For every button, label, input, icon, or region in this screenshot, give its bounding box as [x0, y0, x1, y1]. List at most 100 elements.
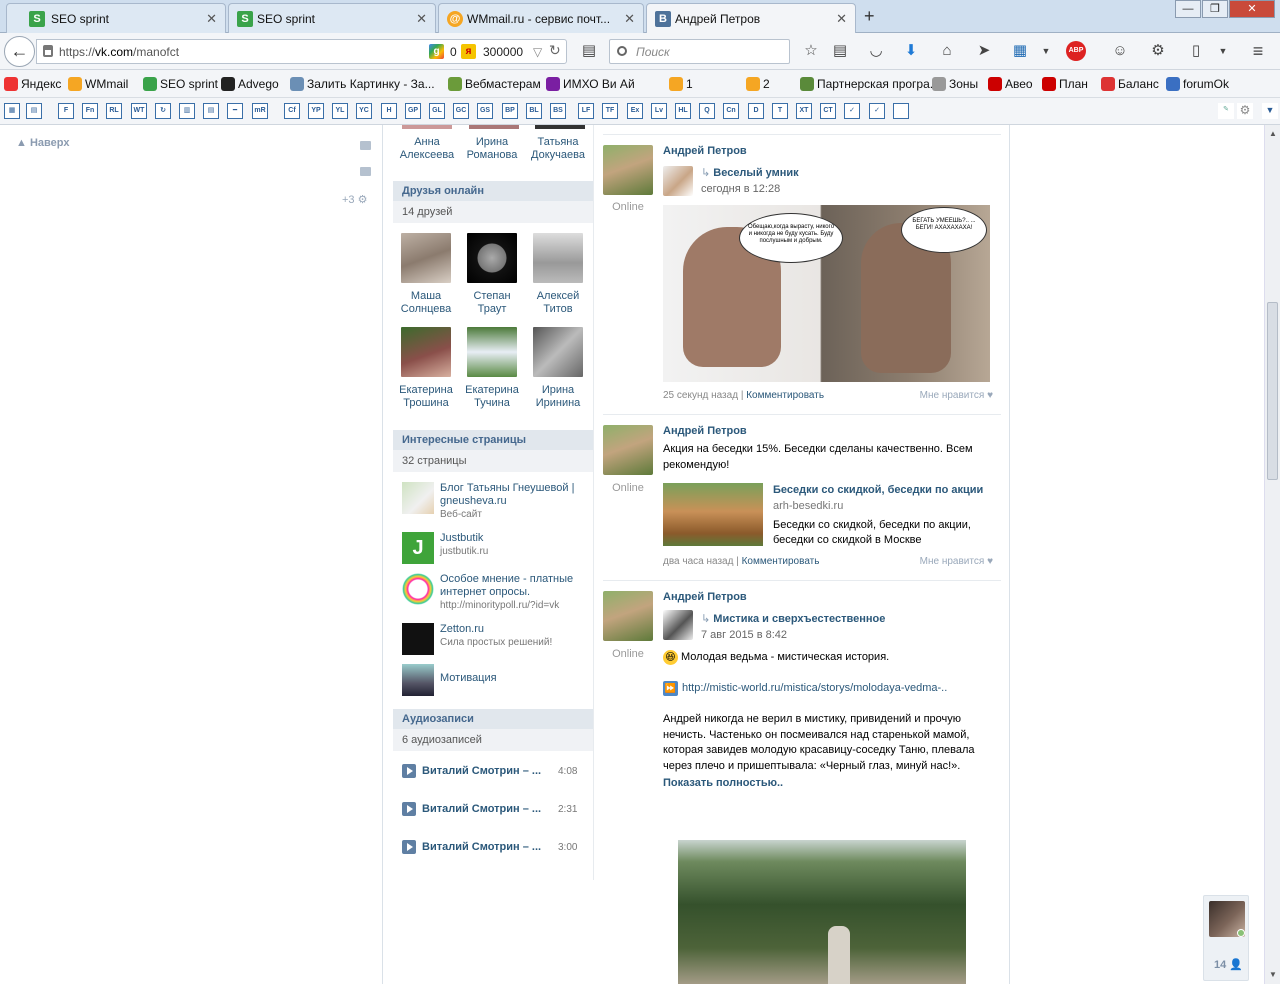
post-time[interactable]: два часа назад	[663, 556, 733, 567]
addon-button[interactable]: ✓	[844, 103, 860, 119]
audio-item[interactable]: Виталий Смотрин – ... 4:08	[402, 764, 592, 780]
avatar[interactable]	[603, 591, 653, 641]
bookmark-forum[interactable]: forumOk	[1166, 77, 1229, 91]
link-preview-title[interactable]: Беседки со скидкой, беседки по акции	[773, 484, 983, 496]
bookmark-imho[interactable]: ИМХО Ви Ай	[546, 77, 635, 91]
addon-button[interactable]: XT	[796, 103, 812, 119]
addon-button[interactable]: GL	[429, 103, 445, 119]
interesting-pages-count[interactable]: 32 страницы	[393, 450, 593, 472]
address-bar[interactable]: https://vk.com/manofct g 0 я 300000 ▽ ↻	[36, 39, 567, 64]
bookmark-star-icon[interactable]: ☆	[801, 41, 821, 61]
member-photo[interactable]	[535, 125, 585, 129]
friend-item[interactable]: Алексей Титов	[525, 233, 591, 316]
comment-link[interactable]: Комментировать	[742, 556, 820, 567]
menu-icon[interactable]: ≡	[1248, 41, 1268, 61]
addon-button[interactable]: BP	[502, 103, 518, 119]
dropdown-icon[interactable]: ▼	[1213, 41, 1233, 61]
vertical-scrollbar[interactable]: ▲ ▼	[1264, 125, 1280, 984]
post-image[interactable]	[678, 840, 966, 984]
side-counter[interactable]: +3 ⚙	[342, 193, 367, 206]
post-time[interactable]: 25 секунд назад	[663, 390, 738, 401]
clipboard-icon[interactable]: ▯	[1186, 41, 1206, 61]
member-name[interactable]: Татьяна Докучаева	[526, 136, 590, 162]
bookmark-counter[interactable]: 1	[669, 77, 693, 91]
audio-header[interactable]: Аудиозаписи	[393, 709, 593, 729]
tab-seo-sprint-2[interactable]: S SEO sprint ✕	[228, 3, 436, 33]
tab-vk-profile[interactable]: В Андрей Петров ✕	[646, 3, 856, 33]
addon-grid-icon[interactable]: ▦	[4, 103, 20, 119]
emoji-icon[interactable]: ☺	[1110, 41, 1130, 61]
back-icon[interactable]: ←	[4, 36, 35, 67]
show-more-link[interactable]: Показать полностью..	[663, 777, 783, 789]
bookmark-advego[interactable]: Advego	[221, 77, 279, 91]
tab-wmmail[interactable]: @ WMmail.ru - сервис почт... ✕	[438, 3, 644, 33]
comment-link[interactable]: Комментировать	[746, 390, 824, 401]
bookmark-partner[interactable]: Партнерская програ...	[800, 77, 940, 91]
member-photo[interactable]	[469, 125, 519, 129]
addon-grid-icon[interactable]: ▦	[1010, 41, 1030, 61]
new-tab-icon[interactable]: +	[864, 6, 875, 27]
addon-edit-icon[interactable]: ✎	[1218, 103, 1234, 119]
friend-item[interactable]: Степан Траут	[459, 233, 525, 316]
repost-source-title[interactable]: Мистика и сверхъестественное	[701, 612, 885, 625]
dropdown-icon[interactable]: ▼	[1036, 41, 1056, 61]
play-icon[interactable]	[402, 802, 416, 816]
bookmark-counter[interactable]: 2	[746, 77, 770, 91]
like-button[interactable]: Мне нравится ♥	[920, 390, 993, 401]
post-author[interactable]: Андрей Петров	[663, 145, 747, 157]
bookmark-wmmail[interactable]: WMmail	[68, 77, 128, 91]
addon-button[interactable]: Lv	[651, 103, 667, 119]
comments-icon[interactable]	[360, 167, 371, 176]
repost-source-avatar[interactable]	[663, 166, 693, 196]
yandex-tic-icon[interactable]: я	[461, 44, 476, 59]
adblock-icon[interactable]: ABP	[1066, 41, 1086, 61]
friend-item[interactable]: Екатерина Тучина	[459, 327, 525, 410]
bookmark-zones[interactable]: Зоны	[932, 77, 978, 91]
addon-button[interactable]: ↻	[155, 103, 171, 119]
online-friends-count[interactable]: 14 👤	[1214, 958, 1243, 971]
audio-count[interactable]: 6 аудиозаписей	[393, 729, 593, 751]
close-icon[interactable]: ✕	[416, 11, 427, 27]
close-icon[interactable]: ✕	[206, 11, 217, 27]
addon-button[interactable]: GS	[477, 103, 493, 119]
addon-button[interactable]: HL	[675, 103, 691, 119]
member-name[interactable]: Анна Алексеева	[395, 136, 459, 162]
addon-button[interactable]: YC	[356, 103, 372, 119]
addon-button[interactable]: BL	[526, 103, 542, 119]
google-pr-icon[interactable]: g	[429, 44, 444, 59]
bookmark-aveo[interactable]: Авео	[988, 77, 1033, 91]
post-author[interactable]: Андрей Петров	[663, 425, 747, 437]
post-date[interactable]: сегодня в 12:28	[701, 183, 780, 195]
addon-button[interactable]	[893, 103, 909, 119]
minimize-icon[interactable]: —	[1175, 0, 1201, 18]
extension-icon[interactable]: ⚙	[1148, 41, 1168, 61]
post-link[interactable]: http://mistic-world.ru/mistica/storys/mo…	[682, 682, 947, 694]
addon-button[interactable]: mR	[252, 103, 268, 119]
bookmark-balance[interactable]: Баланс	[1101, 77, 1159, 91]
addon-button[interactable]: GC	[453, 103, 469, 119]
bookmarks-list-icon[interactable]: ▤	[830, 41, 850, 61]
avatar[interactable]	[603, 145, 653, 195]
addon-button[interactable]: D	[748, 103, 764, 119]
scroll-down-icon[interactable]: ▼	[1269, 970, 1277, 979]
reload-icon[interactable]: ↻	[549, 42, 561, 59]
friends-online-count[interactable]: 14 друзей	[393, 201, 593, 223]
scroll-up-icon[interactable]: ▲	[1269, 129, 1277, 138]
dropdown-icon[interactable]: ▼	[1262, 103, 1278, 119]
scroll-up-link[interactable]: ▲ Наверх	[16, 137, 69, 149]
addon-button[interactable]: LF	[578, 103, 594, 119]
close-icon[interactable]: ✕	[624, 11, 635, 27]
maximize-icon[interactable]: ❐	[1202, 0, 1228, 18]
addon-button[interactable]: Cf	[284, 103, 300, 119]
link-preview-domain[interactable]: arh-besedki.ru	[773, 500, 843, 512]
addon-button[interactable]: T	[772, 103, 788, 119]
member-photo[interactable]	[402, 125, 452, 129]
interesting-pages-header[interactable]: Интересные страницы	[393, 430, 593, 450]
bookmark-plan[interactable]: План	[1042, 77, 1088, 91]
pocket-icon[interactable]: ◡	[866, 41, 886, 61]
audio-item[interactable]: Виталий Смотрин – ... 2:31	[402, 802, 592, 818]
close-window-icon[interactable]: ✕	[1229, 0, 1275, 18]
settings-icon[interactable]: ⚙	[1237, 103, 1253, 119]
addon-button[interactable]: WT	[131, 103, 147, 119]
member-name[interactable]: Ирина Романова	[460, 136, 524, 162]
